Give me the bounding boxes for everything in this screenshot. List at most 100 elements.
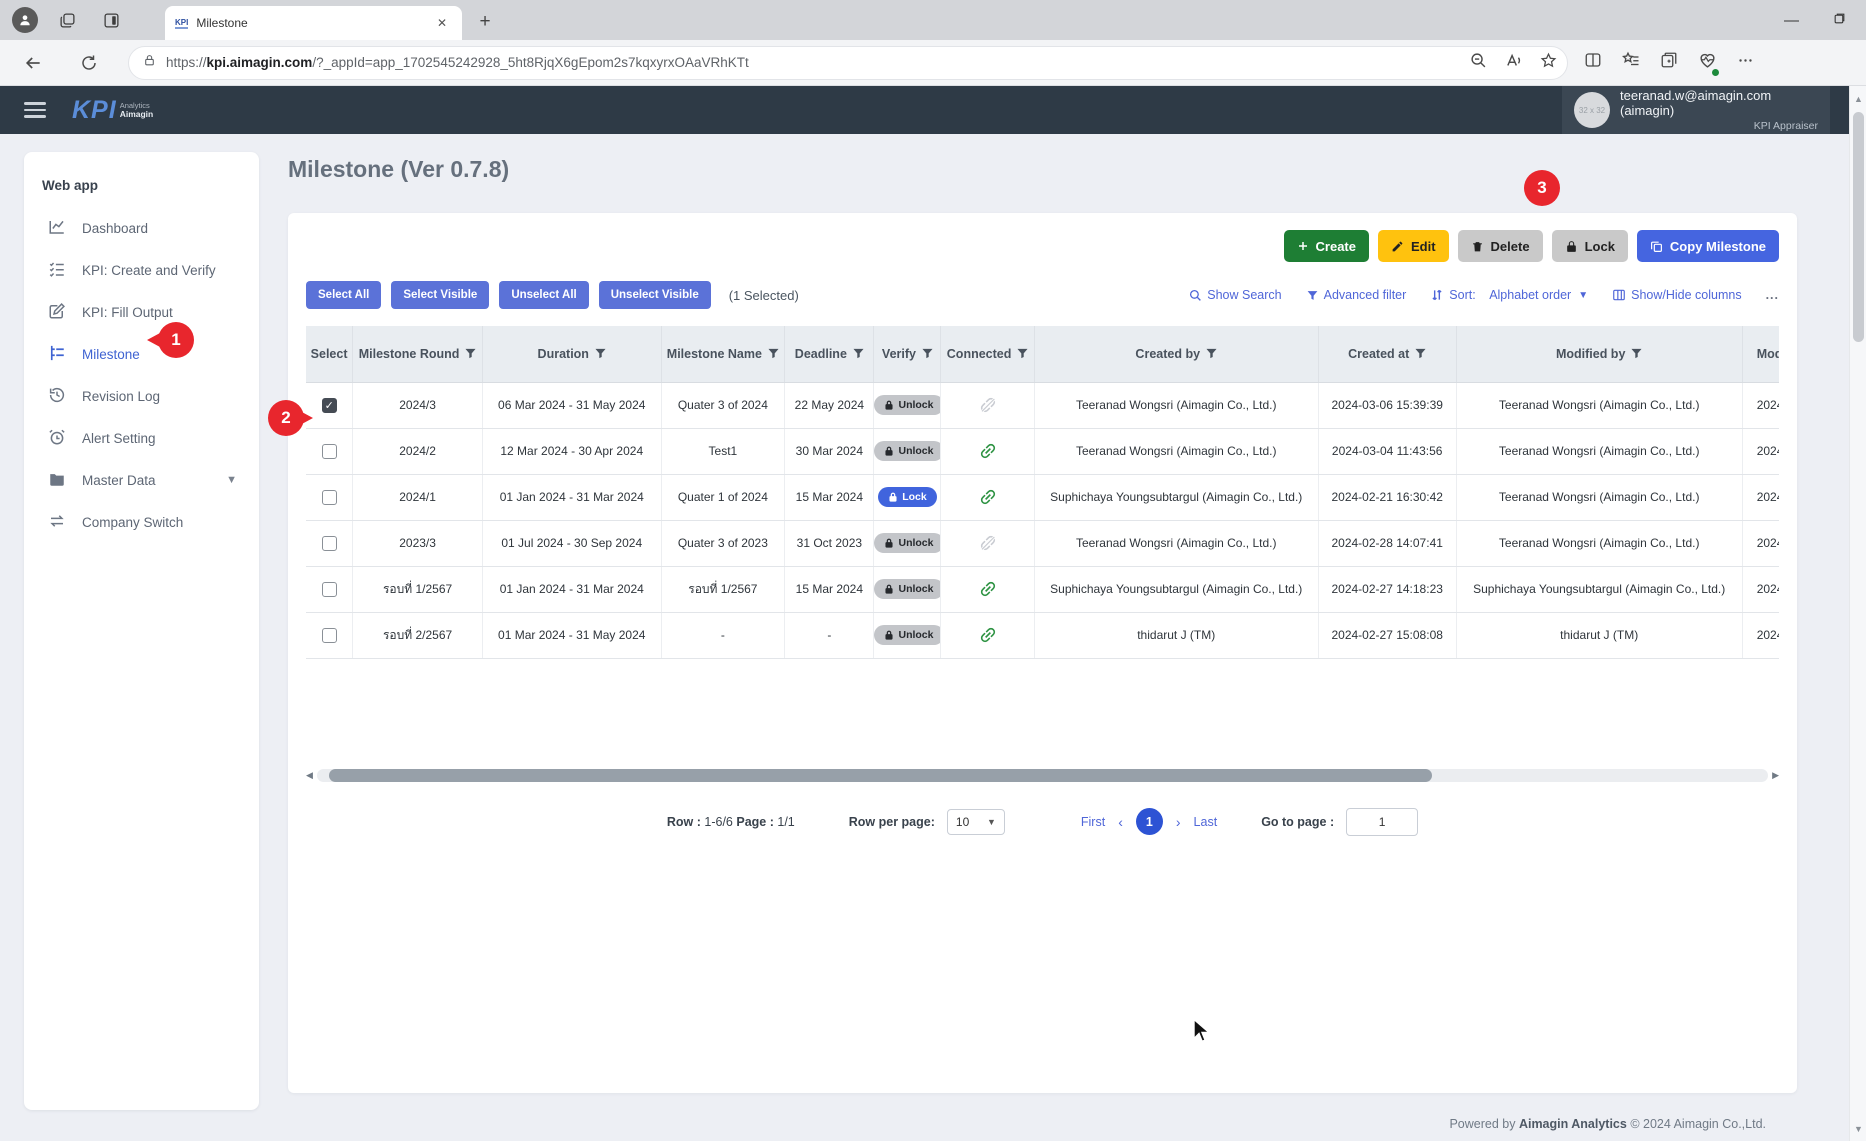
sidebar-item-kpi-fill-output[interactable]: KPI: Fill Output xyxy=(42,291,241,333)
column-header-milestone-round[interactable]: Milestone Round xyxy=(353,326,483,382)
column-header-modified-by[interactable]: Modified by xyxy=(1456,326,1742,382)
sidebar-item-company-switch[interactable]: Company Switch xyxy=(42,501,241,543)
column-header-created-by[interactable]: Created by xyxy=(1034,326,1318,382)
sidebar-item-master-data[interactable]: Master Data▼ xyxy=(42,459,241,501)
filter-icon xyxy=(595,348,606,359)
more-menu-icon[interactable] xyxy=(1737,52,1754,74)
unselect-visible-button[interactable]: Unselect Visible xyxy=(599,281,711,309)
verify-unlock-pill[interactable]: Unlock xyxy=(874,625,940,645)
scroll-right-icon[interactable]: ▶ xyxy=(1772,770,1779,781)
sidebar-item-milestone[interactable]: Milestone xyxy=(42,333,241,375)
zoom-out-icon[interactable] xyxy=(1470,52,1487,74)
url-bar[interactable]: https://kpi.aimagin.com/?_appId=app_1702… xyxy=(128,46,1568,80)
sidebar-item-kpi-create-and-verify[interactable]: KPI: Create and Verify xyxy=(42,249,241,291)
unselect-all-button[interactable]: Unselect All xyxy=(499,281,588,309)
page-count-value: 1/1 xyxy=(777,815,794,829)
scroll-up-icon[interactable]: ▲ xyxy=(1850,90,1866,107)
show-search-control[interactable]: Show Search xyxy=(1189,288,1281,302)
sort-control[interactable]: Sort: Alphabet order ▼ xyxy=(1430,288,1588,302)
vertical-scrollbar[interactable]: ▲ ▼ xyxy=(1849,86,1866,1141)
scroll-down-icon[interactable]: ▼ xyxy=(1850,1120,1866,1137)
favorite-star-icon[interactable] xyxy=(1540,52,1557,74)
select-visible-button[interactable]: Select Visible xyxy=(391,281,489,309)
refresh-icon[interactable] xyxy=(74,48,104,78)
hamburger-menu-icon[interactable] xyxy=(24,102,46,118)
browser-tab-milestone[interactable]: KPI Milestone ✕ xyxy=(165,6,462,40)
window-restore-button[interactable] xyxy=(1833,12,1846,29)
copy-milestone-button[interactable]: Copy Milestone xyxy=(1637,230,1779,262)
chevron-down-icon[interactable]: ▼ xyxy=(226,474,237,486)
scroll-left-icon[interactable]: ◀ xyxy=(306,770,313,781)
lock-button[interactable]: Lock xyxy=(1552,230,1628,262)
table-cell: 2024-03 xyxy=(1742,474,1779,520)
verify-unlock-pill[interactable]: Unlock xyxy=(874,533,940,553)
more-options-icon[interactable]: ... xyxy=(1766,288,1779,302)
lock-icon xyxy=(888,492,898,502)
goto-page-label: Go to page : xyxy=(1261,815,1334,829)
table-cell: 2024/1 xyxy=(353,474,483,520)
current-page-button[interactable]: 1 xyxy=(1136,808,1163,835)
table-cell: 12 Mar 2024 - 30 Apr 2024 xyxy=(482,428,661,474)
create-button[interactable]: Create xyxy=(1284,230,1369,262)
first-page-link[interactable]: First xyxy=(1081,815,1105,829)
back-icon[interactable] xyxy=(18,48,48,78)
advanced-filter-control[interactable]: Advanced filter xyxy=(1306,288,1407,302)
column-header-verify[interactable]: Verify xyxy=(874,326,941,382)
row-checkbox[interactable] xyxy=(322,628,337,643)
prev-page-icon[interactable]: ‹ xyxy=(1118,814,1123,830)
user-account-chip[interactable]: 32 x 32 teeranad.w@aimagin.com (aimagin)… xyxy=(1562,86,1830,134)
milestone-card: Create Edit Delete Lock xyxy=(288,213,1797,1093)
site-lock-icon[interactable] xyxy=(143,54,156,72)
hscroll-track[interactable] xyxy=(317,769,1768,782)
verify-unlock-pill[interactable]: Unlock xyxy=(874,395,940,415)
last-page-link[interactable]: Last xyxy=(1194,815,1218,829)
column-header-created-at[interactable]: Created at xyxy=(1318,326,1456,382)
column-header-modified-at[interactable]: Modified at xyxy=(1742,326,1779,382)
tab-actions-icon[interactable] xyxy=(96,5,126,35)
column-header-deadline[interactable]: Deadline xyxy=(785,326,874,382)
tab-close-icon[interactable]: ✕ xyxy=(432,14,452,32)
collections-icon[interactable] xyxy=(1660,51,1678,74)
goto-page-input[interactable]: 1 xyxy=(1346,808,1418,836)
delete-button[interactable]: Delete xyxy=(1458,230,1543,262)
select-all-button[interactable]: Select All xyxy=(306,281,381,309)
new-tab-button[interactable]: + xyxy=(472,10,498,36)
table-row: 2024/212 Mar 2024 - 30 Apr 2024Test130 M… xyxy=(306,428,1779,474)
table-cell: 01 Jan 2024 - 31 Mar 2024 xyxy=(482,474,661,520)
table-cell: Quater 1 of 2024 xyxy=(661,474,785,520)
verify-unlock-pill[interactable]: Unlock xyxy=(874,579,940,599)
row-checkbox[interactable] xyxy=(322,398,337,413)
edit-icon xyxy=(48,302,68,322)
sidebar-item-dashboard[interactable]: Dashboard xyxy=(42,207,241,249)
row-checkbox[interactable] xyxy=(322,490,337,505)
hscroll-thumb[interactable] xyxy=(329,769,1432,782)
table-cell: Suphichaya Youngsubtargul (Aimagin Co., … xyxy=(1456,566,1742,612)
browser-profile-icon[interactable] xyxy=(12,7,38,33)
rows-per-page-select[interactable]: 10▼ xyxy=(947,809,1005,835)
split-screen-icon[interactable] xyxy=(1584,51,1602,74)
row-checkbox[interactable] xyxy=(322,582,337,597)
column-header-milestone-name[interactable]: Milestone Name xyxy=(661,326,785,382)
show-hide-columns-control[interactable]: Show/Hide columns xyxy=(1612,288,1741,302)
url-text[interactable]: https://kpi.aimagin.com/?_appId=app_1702… xyxy=(166,55,1470,70)
switch-icon xyxy=(48,512,68,532)
horizontal-scrollbar[interactable]: ◀ ▶ xyxy=(306,769,1779,782)
verify-lock-pill[interactable]: Lock xyxy=(878,487,937,507)
app-logo[interactable]: KPI Analytics Aimagin xyxy=(72,96,153,125)
column-header-connected[interactable]: Connected xyxy=(941,326,1034,382)
browser-essentials-icon[interactable] xyxy=(1698,51,1717,75)
vscroll-thumb[interactable] xyxy=(1853,112,1864,342)
row-checkbox[interactable] xyxy=(322,444,337,459)
row-checkbox[interactable] xyxy=(322,536,337,551)
window-minimize-button[interactable]: — xyxy=(1784,12,1799,29)
edit-button[interactable]: Edit xyxy=(1378,230,1449,262)
sidebar-item-alert-setting[interactable]: Alert Setting xyxy=(42,417,241,459)
sidebar-item-revision-log[interactable]: Revision Log xyxy=(42,375,241,417)
verify-unlock-pill[interactable]: Unlock xyxy=(874,441,940,461)
read-aloud-icon[interactable] xyxy=(1505,52,1522,74)
workspaces-icon[interactable] xyxy=(52,5,82,35)
favorites-list-icon[interactable] xyxy=(1622,51,1640,74)
next-page-icon[interactable]: › xyxy=(1176,814,1181,830)
table-cell xyxy=(941,382,1034,428)
column-header-duration[interactable]: Duration xyxy=(482,326,661,382)
